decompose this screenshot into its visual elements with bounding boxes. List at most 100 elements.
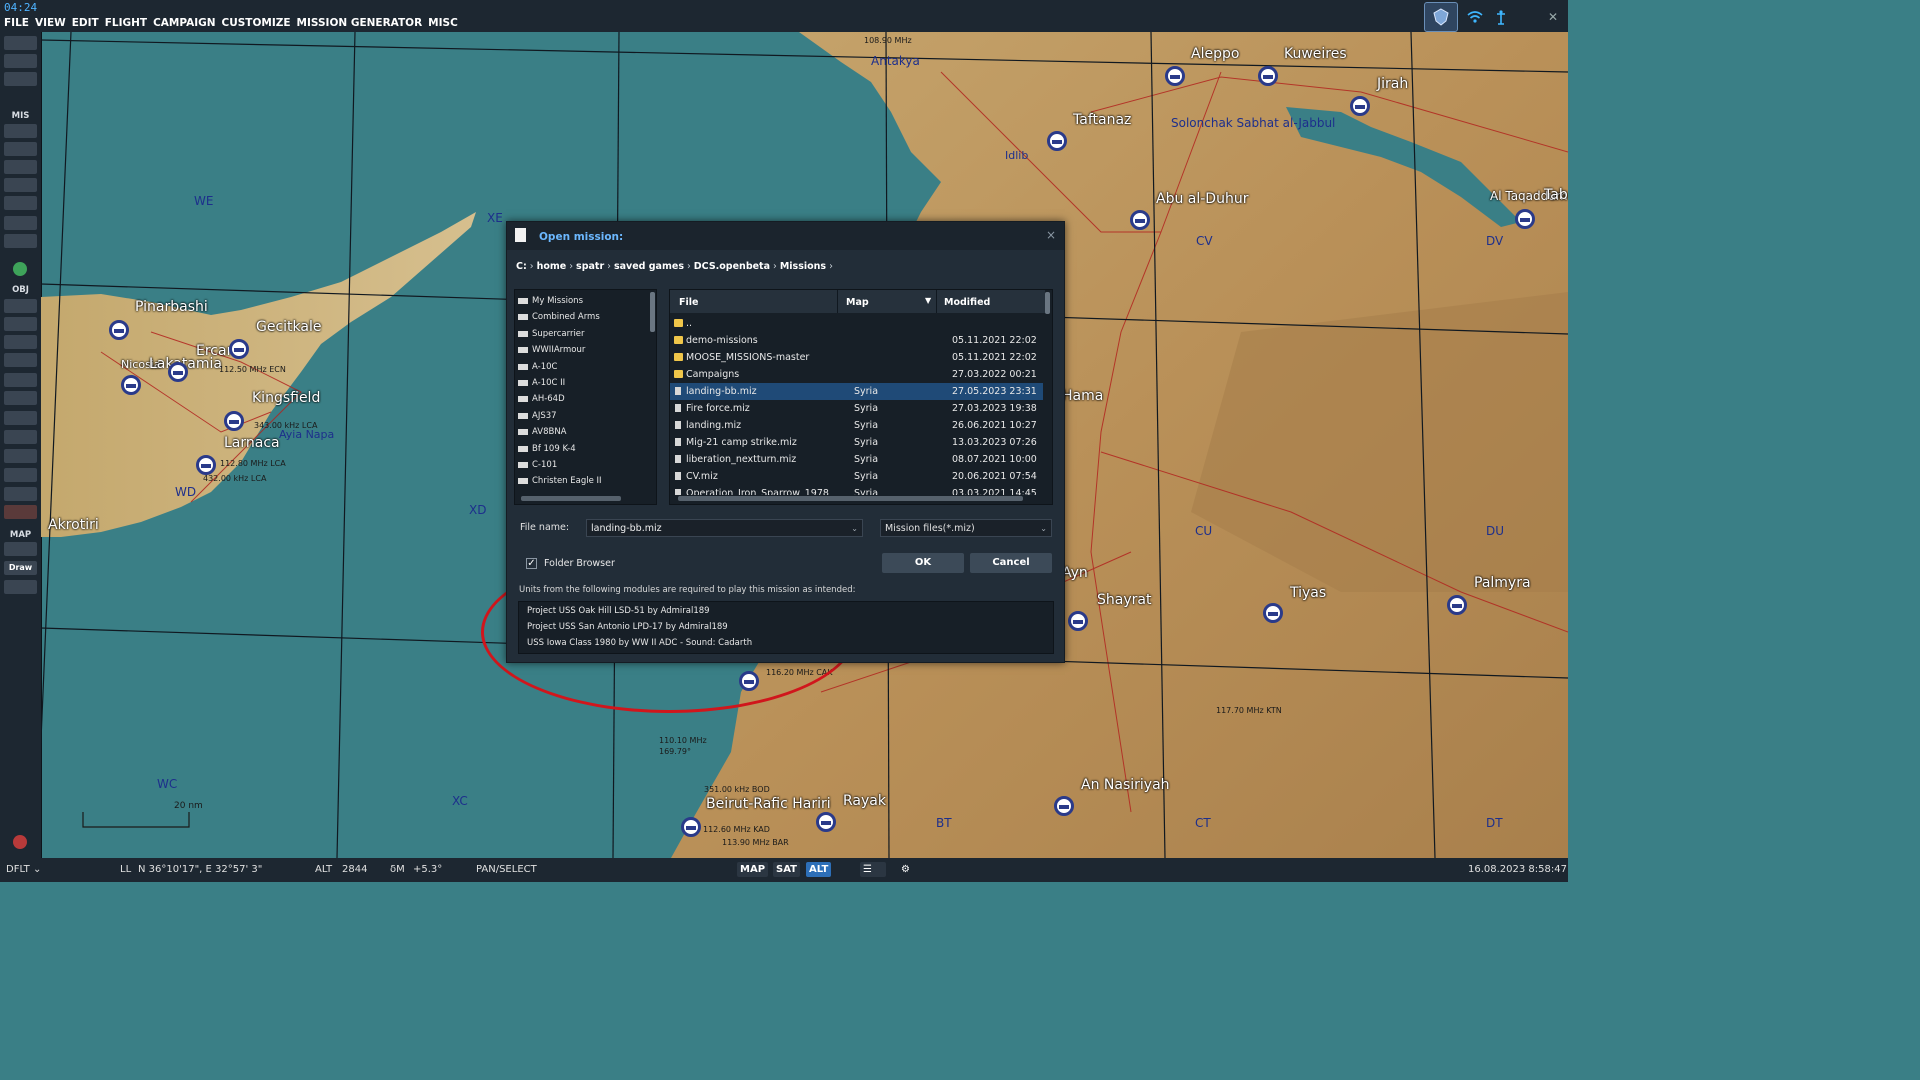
file-row[interactable]: CV.miz Syria 20.06.2021 07:54 — [670, 468, 1043, 485]
file-row[interactable]: Campaigns 27.03.2022 00:21 — [670, 366, 1043, 383]
airbase-icon[interactable] — [121, 375, 141, 395]
file-row[interactable]: MOOSE_MISSIONS-master 05.11.2021 22:02 — [670, 349, 1043, 366]
airbase-icon[interactable] — [224, 411, 244, 431]
file-type-select[interactable]: Mission files(*.miz) ⌄ — [880, 519, 1052, 537]
airbase-icon[interactable] — [1258, 66, 1278, 86]
sat-mode-button[interactable]: SAT — [773, 862, 800, 877]
breadcrumb-item[interactable]: DCS.openbeta — [694, 261, 770, 272]
layers-icon[interactable]: ☰ — [860, 862, 886, 877]
obj-delete-button[interactable] — [4, 505, 37, 519]
airbase-icon[interactable] — [1047, 131, 1067, 151]
coord-type[interactable]: LL — [120, 864, 131, 875]
alt-mode-button[interactable]: ALT — [806, 862, 832, 877]
draw-button[interactable]: Draw — [4, 561, 37, 575]
airbase-icon[interactable] — [1515, 209, 1535, 229]
airbase-icon[interactable] — [1068, 611, 1088, 631]
bookmark-item[interactable]: Combined Arms — [515, 309, 656, 325]
mis-tool-3[interactable] — [4, 160, 37, 174]
bookmark-item[interactable]: A-10C — [515, 359, 656, 375]
obj-group-button[interactable] — [4, 468, 37, 482]
bookmark-item[interactable]: Supercarrier — [515, 326, 656, 342]
bookmark-item[interactable]: A-10C II — [515, 375, 656, 391]
obj-vehicle-button[interactable] — [4, 353, 37, 367]
mis-tool-1[interactable] — [4, 124, 37, 138]
file-row[interactable]: Fire force.miz Syria 27.03.2023 19:38 — [670, 400, 1043, 417]
file-row[interactable]: .. — [670, 315, 1043, 332]
breadcrumb-item[interactable]: Missions — [780, 261, 826, 272]
airbase-icon[interactable] — [816, 812, 836, 832]
bookmark-hscrollbar[interactable] — [521, 496, 621, 501]
mis-tool-5[interactable] — [4, 196, 37, 210]
folder-browser-checkbox[interactable]: ✓ — [526, 558, 537, 569]
cancel-button[interactable]: Cancel — [970, 553, 1052, 573]
tower-icon[interactable] — [1492, 8, 1510, 26]
airbase-icon[interactable] — [1263, 603, 1283, 623]
file-row[interactable]: liberation_nextturn.miz Syria 08.07.2021 1… — [670, 451, 1043, 468]
airbase-icon[interactable] — [1350, 96, 1370, 116]
obj-nav-button[interactable] — [4, 449, 37, 463]
obj-helicopter-button[interactable] — [4, 317, 37, 331]
bookmark-item[interactable]: Christen Eagle II — [515, 473, 656, 489]
obj-template-button[interactable] — [4, 391, 37, 405]
open-mission-button[interactable] — [4, 54, 37, 68]
add-icon[interactable] — [13, 262, 27, 276]
airbase-icon[interactable] — [1054, 796, 1074, 816]
mis-tool-4[interactable] — [4, 178, 37, 192]
menu-view[interactable]: VIEW — [35, 17, 66, 29]
bookmark-item[interactable]: Bf 109 K-4 — [515, 441, 656, 457]
record-icon[interactable] — [13, 835, 27, 849]
menu-customize[interactable]: CUSTOMIZE — [222, 17, 291, 29]
close-icon[interactable]: ✕ — [1548, 10, 1558, 24]
airbase-icon[interactable] — [229, 339, 249, 359]
bookmark-item[interactable]: My Missions — [515, 293, 656, 309]
bookmark-item[interactable]: AV8BNA — [515, 424, 656, 440]
airbase-icon[interactable] — [681, 817, 701, 837]
file-row-selected[interactable]: landing-bb.miz Syria 27.05.2023 23:31 — [670, 383, 1043, 400]
airbase-icon[interactable] — [168, 362, 188, 382]
map-mode-button[interactable]: MAP — [737, 862, 769, 877]
obj-ship-button[interactable] — [4, 335, 37, 349]
breadcrumb-item[interactable]: spatr — [576, 261, 604, 272]
new-mission-button[interactable] — [4, 36, 37, 50]
obj-shapes-button[interactable] — [4, 487, 37, 501]
bookmark-item[interactable]: C-101 — [515, 457, 656, 473]
airbase-icon[interactable] — [196, 455, 216, 475]
menu-mission-generator[interactable]: MISSION GENERATOR — [297, 17, 423, 29]
airbase-icon[interactable] — [1447, 595, 1467, 615]
save-mission-button[interactable] — [4, 72, 37, 86]
ok-button[interactable]: OK — [882, 553, 964, 573]
bookmark-scrollbar[interactable] — [650, 292, 655, 332]
network-icon[interactable] — [1466, 8, 1484, 26]
file-list-scrollbar[interactable] — [1045, 292, 1050, 314]
file-row[interactable]: landing.miz Syria 26.06.2021 10:27 — [670, 417, 1043, 434]
bookmark-item[interactable]: AH-64D — [515, 391, 656, 407]
file-row[interactable]: demo-missions 05.11.2021 22:02 — [670, 332, 1043, 349]
airbase-icon[interactable] — [109, 320, 129, 340]
coalition-shield-button[interactable] — [1423, 2, 1458, 32]
file-list-hscrollbar[interactable] — [678, 496, 1023, 501]
airbase-icon[interactable] — [1130, 210, 1150, 230]
column-modified[interactable]: Modified — [944, 297, 990, 308]
obj-target-button[interactable] — [4, 430, 37, 444]
menu-misc[interactable]: MISC — [428, 17, 458, 29]
menu-file[interactable]: FILE — [4, 17, 29, 29]
mis-tool-2[interactable] — [4, 142, 37, 156]
obj-plane-button[interactable] — [4, 299, 37, 313]
map-measure-button[interactable] — [4, 580, 37, 594]
profile-select[interactable]: DFLT ⌄ — [6, 864, 41, 875]
menu-flight[interactable]: FLIGHT — [105, 17, 147, 29]
chevron-down-icon[interactable]: ⌄ — [1040, 520, 1047, 538]
column-file[interactable]: File — [679, 297, 698, 308]
chevron-down-icon[interactable]: ⌄ — [851, 520, 858, 538]
file-row[interactable]: Mig-21 camp strike.miz Syria 13.03.2023 07… — [670, 434, 1043, 451]
breadcrumb-item[interactable]: home — [537, 261, 567, 272]
menu-campaign[interactable]: CAMPAIGN — [153, 17, 215, 29]
breadcrumb-item[interactable]: C: — [516, 261, 527, 272]
map-ruler-button[interactable] — [4, 542, 37, 556]
menu-edit[interactable]: EDIT — [72, 17, 99, 29]
column-map[interactable]: Map — [846, 297, 869, 308]
airbase-icon[interactable] — [1165, 66, 1185, 86]
file-row[interactable]: Operation_Iron_Sparrow_1978 Syria 03.03.20… — [670, 485, 1043, 495]
breadcrumb-item[interactable]: saved games — [614, 261, 684, 272]
bookmark-item[interactable]: WWIIArmour — [515, 342, 656, 358]
